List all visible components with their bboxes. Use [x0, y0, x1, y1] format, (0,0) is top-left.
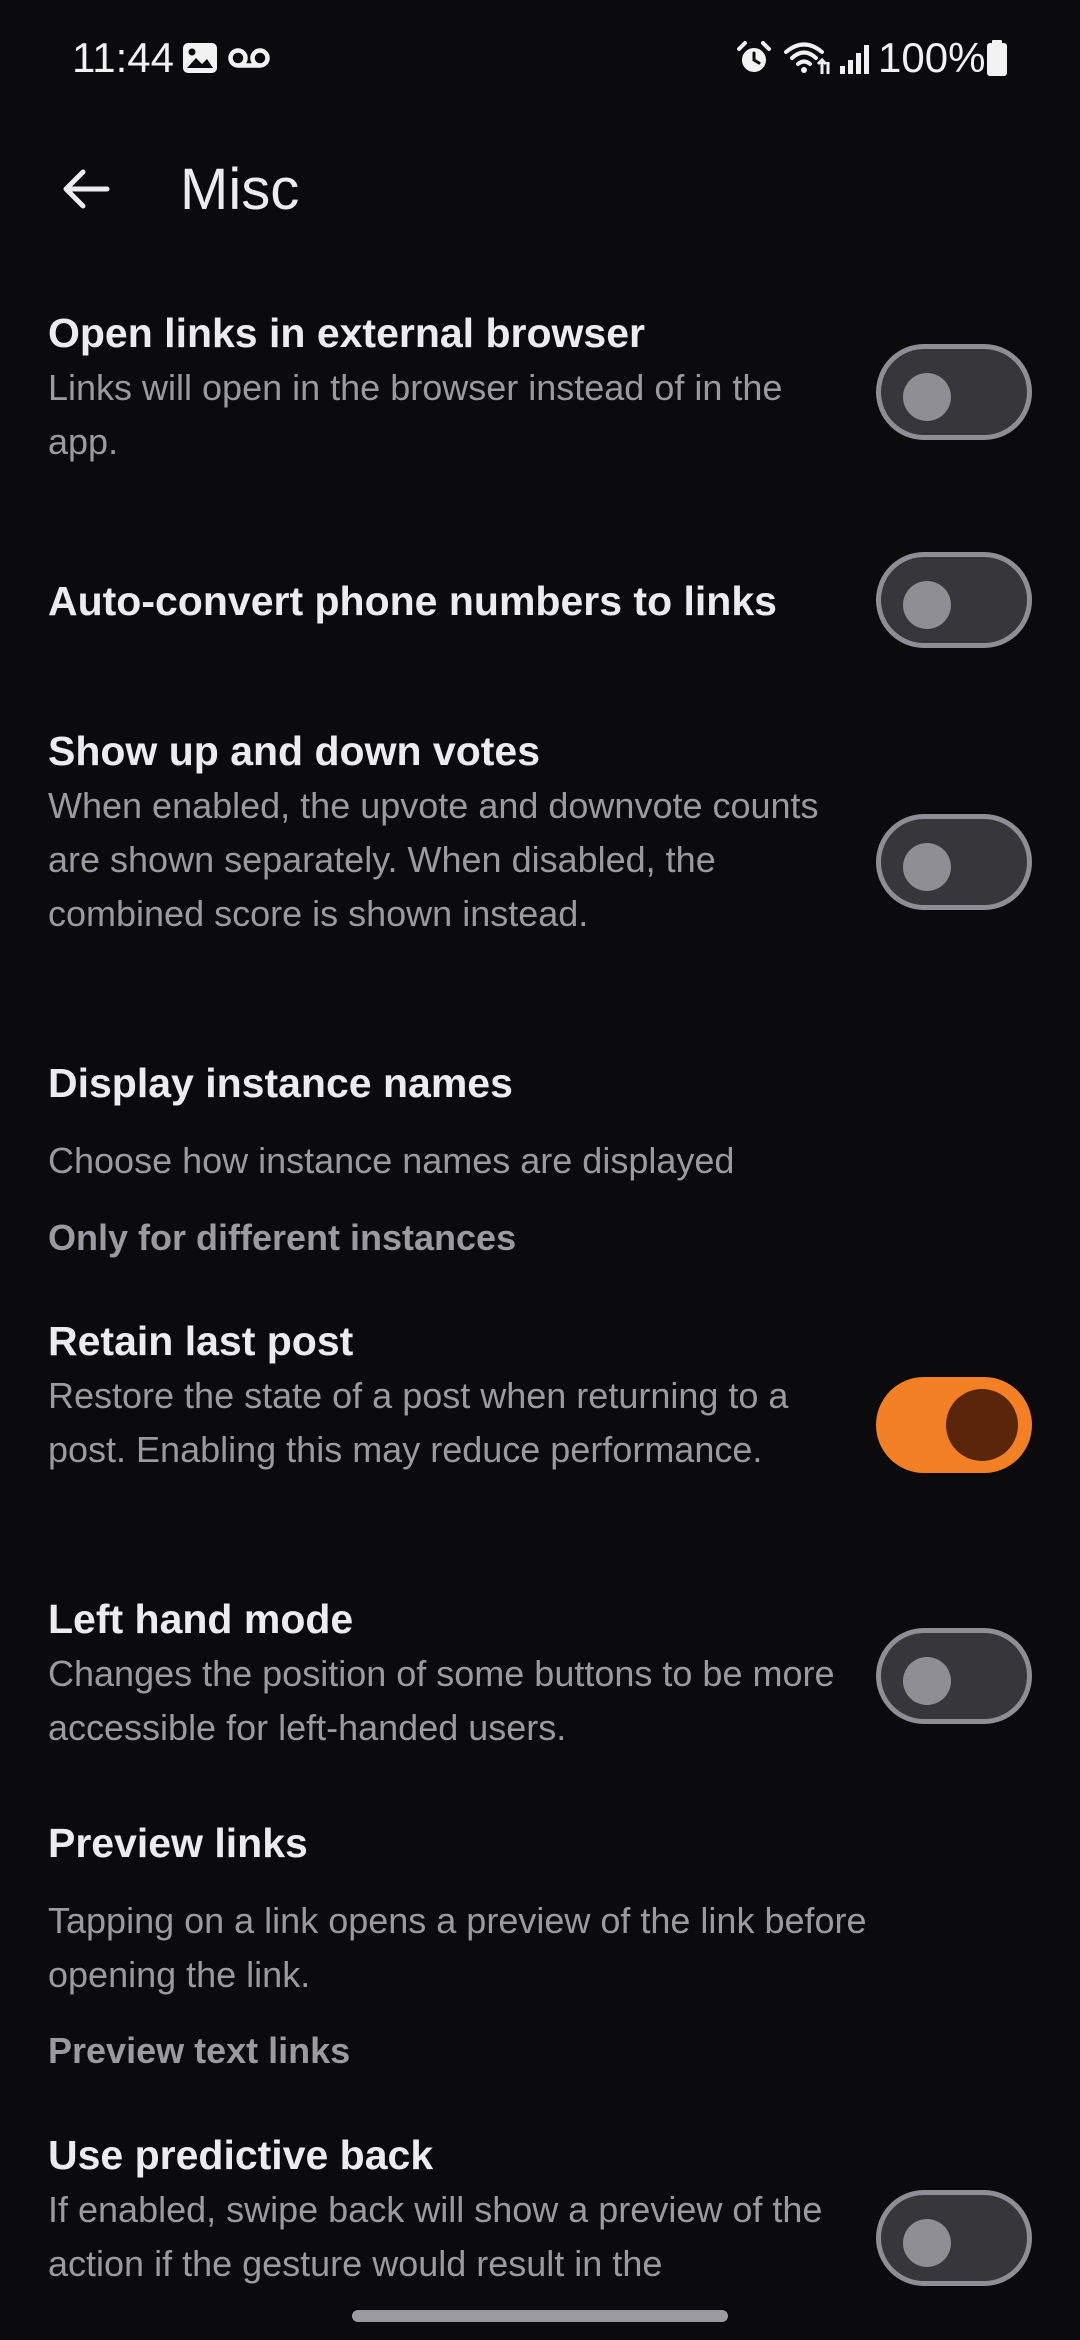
setting-title: Retain last post	[48, 1318, 354, 1364]
toggle-knob	[903, 373, 951, 421]
status-time: 11:44	[72, 34, 174, 81]
setting-description: Changes the position of some buttons to …	[48, 1653, 835, 1748]
setting-title: Left hand mode	[48, 1596, 354, 1642]
wifi-icon	[782, 38, 832, 78]
toggle-knob	[946, 1389, 1018, 1461]
toggle-knob	[903, 581, 951, 629]
arrow-left-icon	[57, 161, 113, 222]
setting-title: Preview links	[48, 1820, 308, 1866]
signal-icon	[836, 38, 876, 78]
battery-icon	[984, 38, 1010, 78]
setting-description: Tapping on a link opens a preview of the…	[48, 1900, 867, 1995]
toggle-auto-convert-phone[interactable]	[876, 552, 1032, 648]
setting-description: If enabled, swipe back will show a previ…	[48, 2189, 823, 2284]
app-bar: Misc	[0, 110, 1080, 260]
setting-value: Only for different instances	[48, 1217, 517, 1258]
toggle-knob	[903, 843, 951, 891]
setting-title: Display instance names	[48, 1060, 513, 1106]
toggle-left-hand-mode[interactable]	[876, 1628, 1032, 1724]
toggle-show-votes[interactable]	[876, 814, 1032, 910]
setting-description: Restore the state of a post when returni…	[48, 1375, 789, 1470]
image-icon	[180, 38, 220, 78]
setting-show-votes[interactable]: Show up and down votes When enabled, the…	[48, 723, 1032, 941]
toggle-retain-last-post[interactable]	[876, 1377, 1032, 1473]
gesture-nav-handle[interactable]	[352, 2310, 728, 2322]
page-title: Misc	[180, 157, 300, 222]
alarm-icon	[734, 38, 774, 78]
setting-title: Use predictive back	[48, 2132, 434, 2178]
back-button[interactable]	[40, 146, 130, 236]
toggle-knob	[903, 1657, 951, 1705]
setting-description: When enabled, the upvote and downvote co…	[48, 785, 819, 934]
setting-description: Links will open in the browser instead o…	[48, 367, 783, 462]
setting-title: Show up and down votes	[48, 728, 540, 774]
toggle-knob	[903, 2219, 951, 2267]
setting-display-instance-names[interactable]: Display instance names Choose how instan…	[48, 1055, 1032, 1265]
setting-description: Choose how instance names are displayed	[48, 1140, 735, 1181]
setting-preview-links[interactable]: Preview links Tapping on a link opens a …	[48, 1815, 1032, 2078]
status-bar: 11:44 100%	[0, 0, 1080, 110]
toggle-predictive-back[interactable]	[876, 2190, 1032, 2286]
voicemail-icon	[226, 38, 272, 78]
setting-value: Preview text links	[48, 2030, 351, 2071]
battery-percentage: 100%	[878, 34, 986, 81]
toggle-open-links-external[interactable]	[876, 344, 1032, 440]
setting-title: Open links in external browser	[48, 310, 645, 356]
